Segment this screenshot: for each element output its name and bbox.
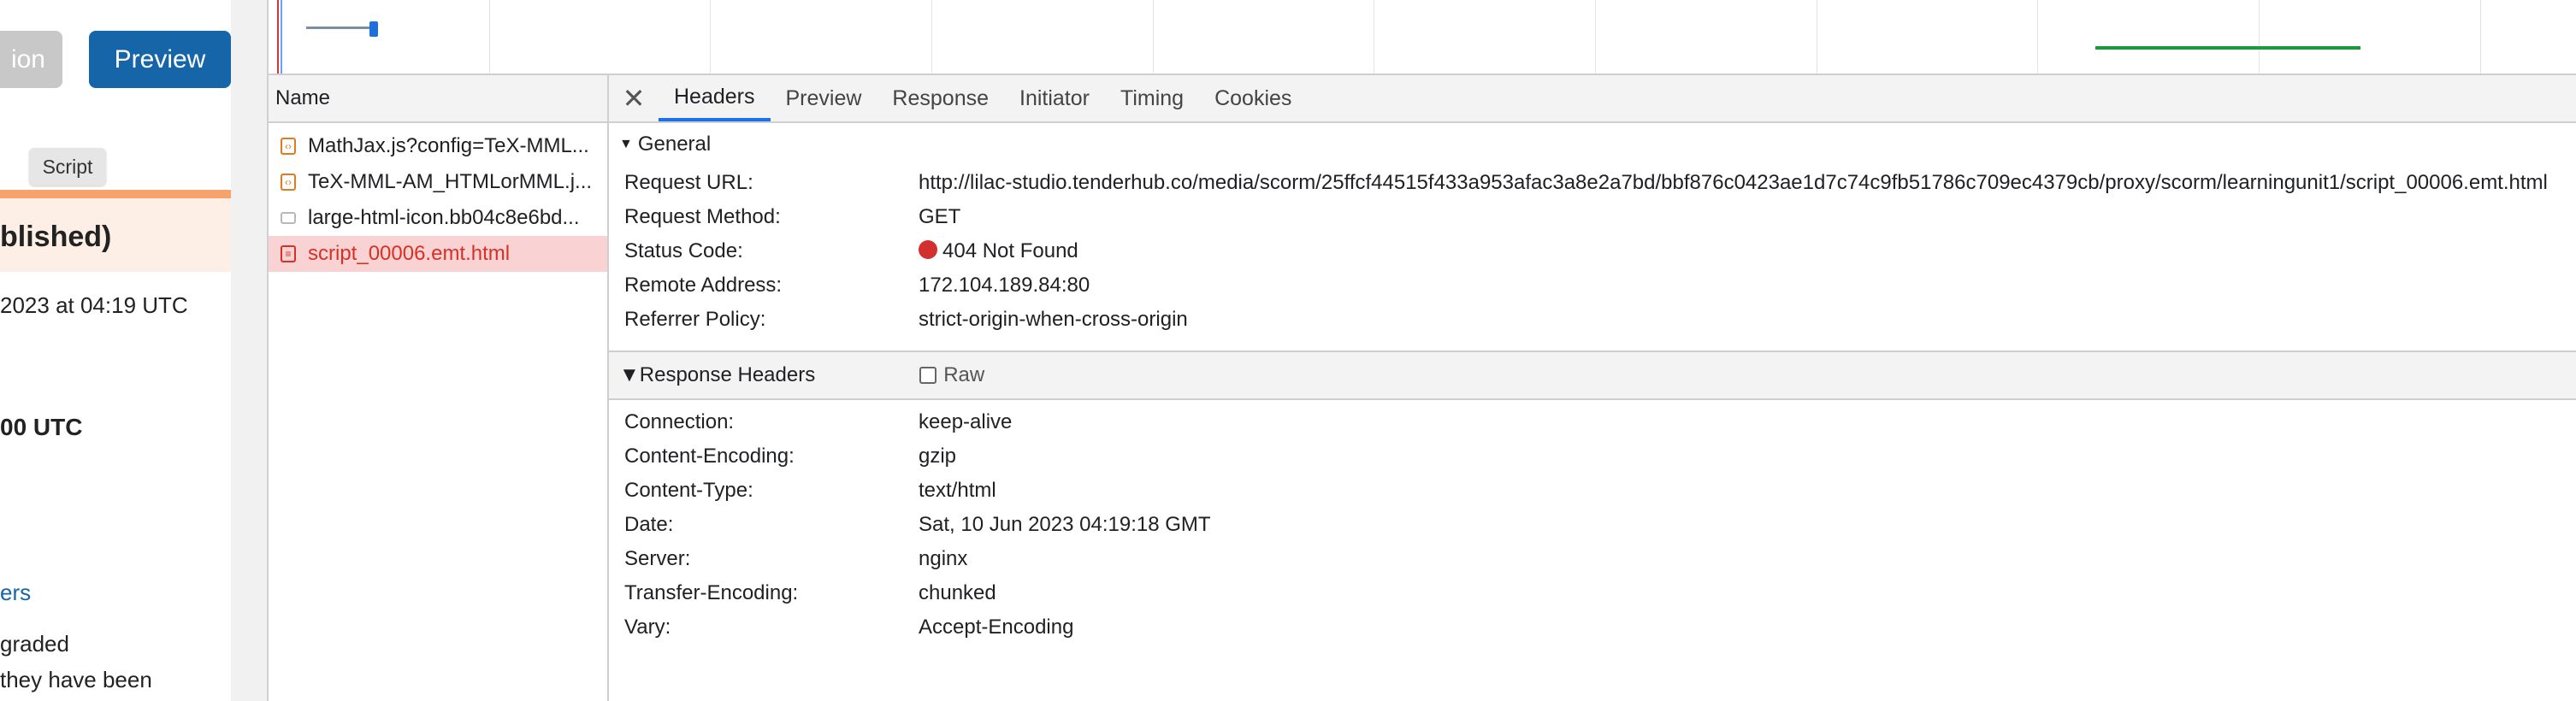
header-row: Content-Encoding: gzip [624,439,2576,474]
time-text: 00 UTC [0,414,83,440]
response-header-rows: Connection: keep-alive Content-Encoding:… [609,400,2576,645]
header-value: Accept-Encoding [919,616,1074,639]
date-text: 2023 at 04:19 UTC [0,292,188,318]
header-row: Content-Type: text/html [624,474,2576,508]
tab-initiator[interactable]: Initiator [1004,75,1105,121]
method-value: GET [919,205,961,228]
request-row[interactable]: ‹› MathJax.js?config=TeX-MML... [269,128,607,164]
header-row: Vary: Accept-Encoding [624,610,2576,645]
timeline-bar [306,27,369,29]
action-button[interactable]: ion [0,31,62,88]
header-row: Request URL: http://lilac-studio.tenderh… [624,166,2576,200]
status-text: 404 Not Found [942,239,1078,262]
section-title: Response Headers [639,363,816,386]
remote-address-value: 172.104.189.84:80 [919,274,1090,297]
request-name: large-html-icon.bb04c8e6bd... [308,206,580,229]
timeline-load-marker [277,0,279,74]
timeline-gridline [710,0,711,74]
status-error-icon [919,239,937,259]
header-key: Request URL: [624,171,753,194]
request-row[interactable]: ‹› TeX-MML-AM_HTMLorMML.j... [269,164,607,200]
request-details: ✕ Headers Preview Response Initiator Tim… [609,75,2576,701]
header-value: text/html [919,479,996,502]
header-row: Server: nginx [624,542,2576,576]
tab-response[interactable]: Response [877,75,1004,121]
general-section-header[interactable]: ▼ General [609,123,2576,166]
tab-headers[interactable]: Headers [659,75,771,121]
timeline-gridline [1153,0,1154,74]
status-value: 404 Not Found [919,234,2576,268]
timeline-bar [369,21,378,37]
raw-toggle[interactable]: Raw [919,363,984,387]
header-value: chunked [919,581,996,604]
tab-timing[interactable]: Timing [1105,75,1199,121]
header-key: Vary: [624,616,671,639]
triangle-down-icon: ▼ [619,137,633,151]
name-column-header[interactable]: Name [269,75,607,123]
header-row: Request Method: GET [624,200,2576,234]
body-text-2: they have been [0,667,152,692]
header-value: keep-alive [919,410,1013,433]
raw-checkbox[interactable] [919,367,937,384]
header-row: Connection: keep-alive [624,405,2576,439]
section-title: General [637,133,712,156]
timeline-gridline [489,0,490,74]
body-text-1: graded [0,631,69,657]
detail-tabs: ✕ Headers Preview Response Initiator Tim… [609,75,2576,123]
header-value: nginx [919,547,968,570]
request-row-selected[interactable]: ≡ script_00006.emt.html [269,236,607,272]
banner-text: blished) [0,221,112,253]
header-value: gzip [919,445,957,468]
triangle-down-icon: ▼ [619,363,640,386]
timeline-gridline [2037,0,2038,74]
request-name: script_00006.emt.html [308,242,511,265]
preview-button[interactable]: Preview [89,31,231,88]
header-key: Status Code: [624,239,743,262]
header-key: Content-Encoding: [624,445,795,468]
referrer-policy-value: strict-origin-when-cross-origin [919,308,1188,331]
devtools-network-panel: Name ‹› MathJax.js?config=TeX-MML... ‹› … [267,0,2576,701]
header-row: Status Code: 404 Not Found [624,234,2576,268]
general-rows: Request URL: http://lilac-studio.tenderh… [609,166,2576,337]
header-value: Sat, 10 Jun 2023 04:19:18 GMT [919,513,1211,536]
app-gutter [231,0,267,701]
header-key: Connection: [624,410,735,433]
image-icon [281,212,296,224]
link-text[interactable]: ers [0,580,31,606]
timeline-gridline [2259,0,2260,74]
timeline-bar [2095,46,2360,50]
document-icon: ≡ [281,245,296,262]
script-icon: ‹› [281,138,296,155]
header-row: Date: Sat, 10 Jun 2023 04:19:18 GMT [624,508,2576,542]
header-key: Server: [624,547,691,570]
timeline-gridline [1595,0,1596,74]
timeline-dcl-marker [281,0,282,74]
raw-label: Raw [943,363,985,386]
network-timeline[interactable] [269,0,2576,75]
header-key: Request Method: [624,205,781,228]
script-icon: ‹› [281,174,296,191]
tooltip: Script [29,148,106,186]
header-key: Content-Type: [624,479,753,502]
header-key: Remote Address: [624,274,783,297]
request-row[interactable]: large-html-icon.bb04c8e6bd... [269,200,607,236]
app-pane: ion Preview Script blished) 2023 at 04:1… [0,0,231,701]
timeline-gridline [2480,0,2481,74]
request-url-value: http://lilac-studio.tenderhub.co/media/s… [919,171,2548,194]
response-headers-section-header[interactable]: ▼ Response Headers Raw [609,350,2576,400]
timeline-gridline [931,0,932,74]
header-row: Remote Address: 172.104.189.84:80 [624,268,2576,303]
header-row: Referrer Policy: strict-origin-when-cros… [624,303,2576,337]
header-key: Date: [624,513,674,536]
tab-preview[interactable]: Preview [771,75,877,121]
request-name: MathJax.js?config=TeX-MML... [308,134,589,157]
header-key: Referrer Policy: [624,308,766,331]
header-key: Transfer-Encoding: [624,581,799,604]
header-row: Transfer-Encoding: chunked [624,576,2576,610]
tab-cookies[interactable]: Cookies [1199,75,1307,121]
request-name: TeX-MML-AM_HTMLorMML.j... [308,170,593,193]
request-list: Name ‹› MathJax.js?config=TeX-MML... ‹› … [269,75,609,701]
close-icon[interactable]: ✕ [609,75,659,121]
